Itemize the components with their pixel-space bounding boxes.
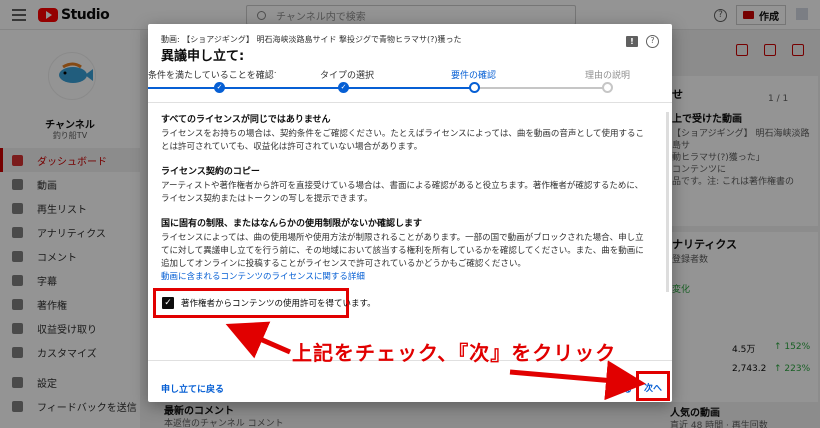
- arrow-to-checkbox: [225, 321, 291, 359]
- arrow-to-next: [509, 360, 646, 401]
- annotation-text: 上記をチェック、『次』をクリック: [292, 341, 617, 365]
